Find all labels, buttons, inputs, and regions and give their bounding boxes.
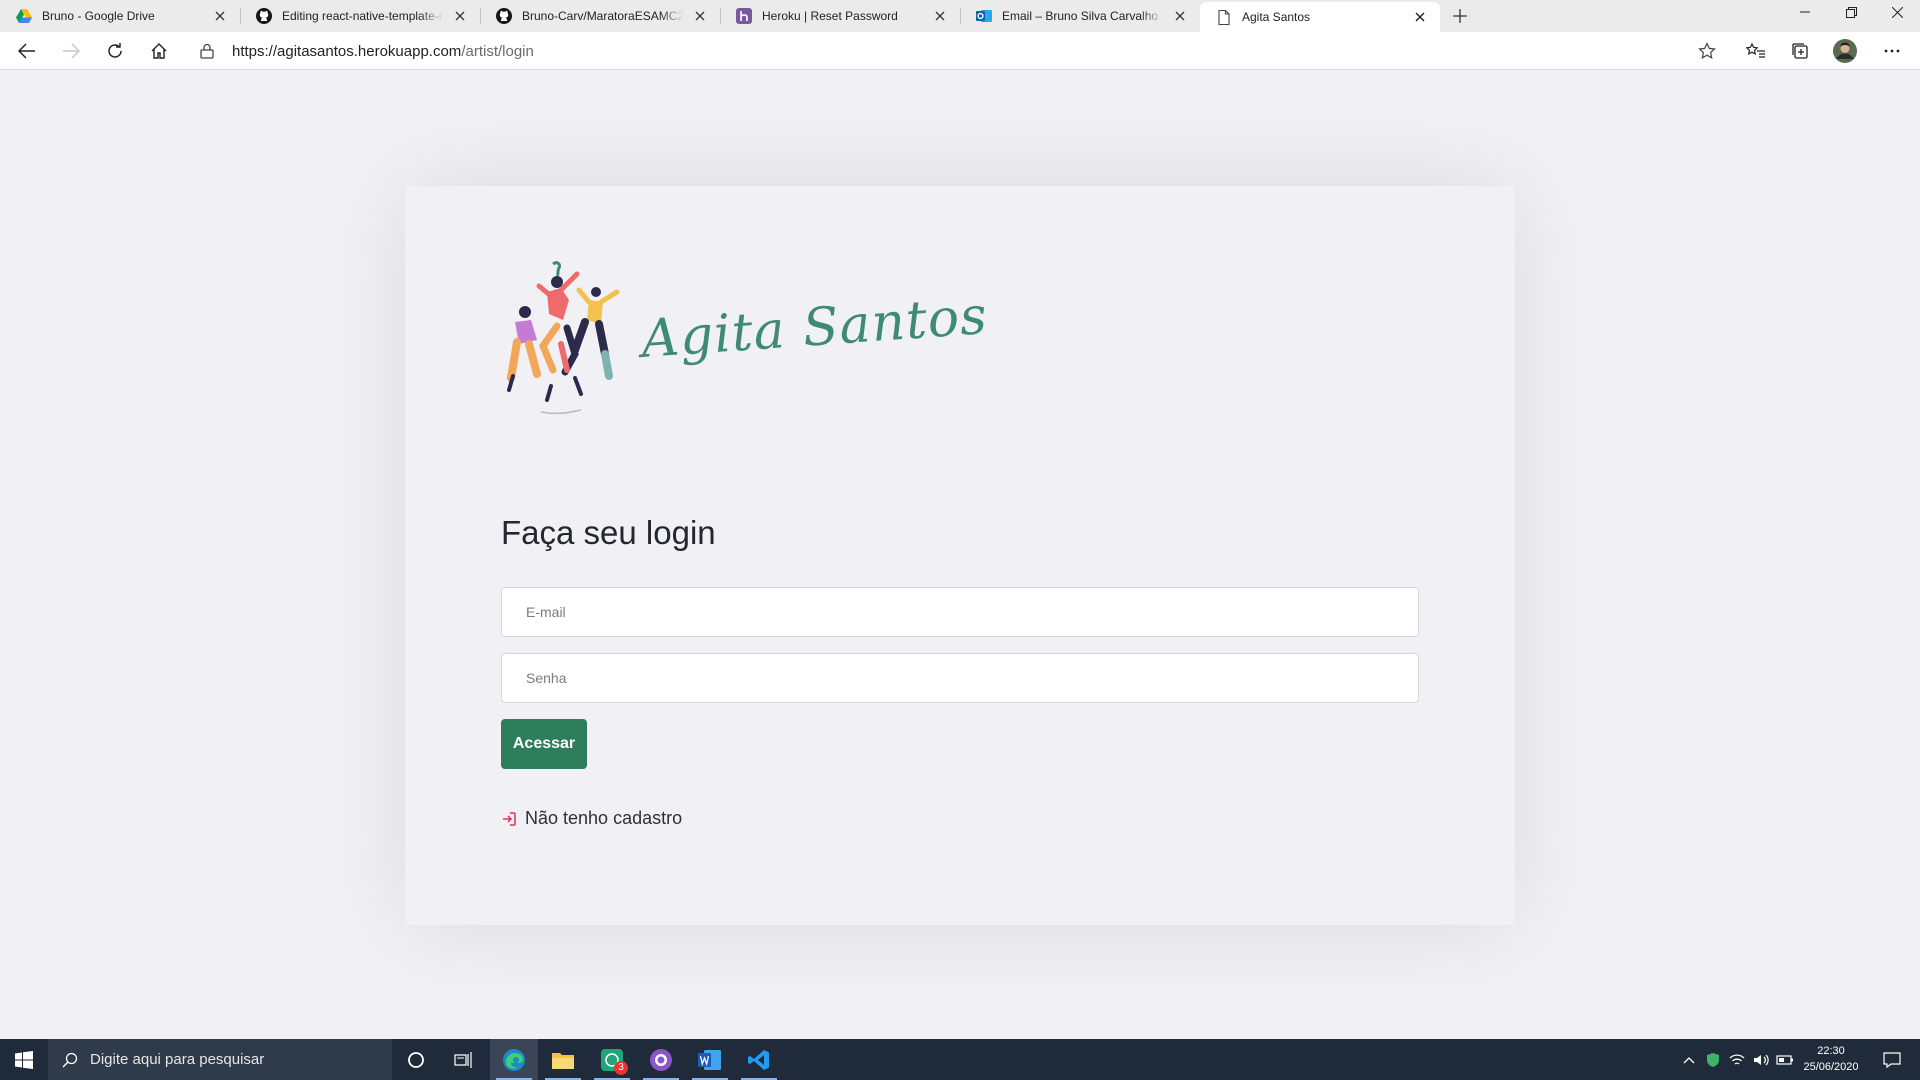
back-icon[interactable]	[13, 37, 41, 65]
url-host: https://agitasantos.herokuapp.com	[232, 43, 462, 60]
tab-title: Email – Bruno Silva Carvalho – Outlook	[1002, 9, 1164, 23]
page-title: Faça seu login	[501, 514, 716, 551]
clock-time: 22:30	[1817, 1045, 1845, 1057]
notification-badge: 3	[614, 1061, 628, 1075]
signup-link[interactable]: Não tenho cadastro	[501, 808, 682, 829]
tab-google-drive[interactable]: Bruno - Google Drive	[0, 0, 240, 32]
vscode-icon[interactable]	[735, 1039, 783, 1080]
windows-taskbar: Digite aqui para pesquisar 3 22:30 25/06…	[0, 1039, 1920, 1080]
heroku-icon	[736, 8, 752, 24]
close-tab-icon[interactable]	[450, 6, 470, 26]
file-explorer-icon[interactable]	[539, 1039, 587, 1080]
app-purple-icon[interactable]	[637, 1039, 685, 1080]
forward-icon[interactable]	[57, 37, 85, 65]
notifications-icon[interactable]	[1872, 1039, 1912, 1080]
show-hidden-icons-chevron[interactable]	[1680, 1039, 1698, 1080]
close-tab-icon[interactable]	[690, 6, 710, 26]
logo-text: Agita Santos	[639, 285, 990, 371]
minimize-icon[interactable]	[1782, 0, 1828, 24]
favorites-icon[interactable]	[1742, 37, 1770, 65]
tab-heroku[interactable]: Heroku | Reset Password	[720, 0, 960, 32]
page-viewport: Agita Santos Faça seu login Acessar Não …	[0, 71, 1920, 1039]
more-options-icon[interactable]	[1878, 37, 1906, 65]
tab-title: Heroku | Reset Password	[762, 9, 898, 23]
new-tab-button[interactable]	[1444, 0, 1476, 32]
wifi-icon[interactable]	[1726, 1039, 1748, 1080]
tab-agita-santos[interactable]: Agita Santos	[1200, 2, 1440, 32]
search-icon	[62, 1052, 78, 1067]
close-tab-icon[interactable]	[210, 6, 230, 26]
github-icon	[256, 8, 272, 24]
tab-title: Bruno-Carv/MaratoraESAMC2020	[522, 9, 684, 23]
agita-santos-logo: Agita Santos	[501, 256, 990, 426]
github-icon	[496, 8, 512, 24]
word-icon[interactable]	[686, 1039, 734, 1080]
browser-tab-strip: Bruno - Google Drive Editing react-nativ…	[0, 0, 1920, 32]
collections-icon[interactable]	[1786, 37, 1814, 65]
login-button[interactable]: Acessar	[501, 719, 587, 769]
google-drive-icon	[16, 8, 32, 24]
refresh-icon[interactable]	[101, 37, 129, 65]
windows-security-icon[interactable]	[1702, 1039, 1724, 1080]
page-icon	[1216, 9, 1232, 25]
edge-browser-icon[interactable]	[490, 1039, 538, 1080]
tab-outlook[interactable]: Email – Bruno Silva Carvalho – Outlook	[960, 0, 1200, 32]
lock-icon[interactable]	[200, 43, 216, 59]
tab-title: Agita Santos	[1242, 10, 1311, 24]
email-field[interactable]	[501, 587, 1419, 637]
tab-github-repo[interactable]: Bruno-Carv/MaratoraESAMC2020	[480, 0, 720, 32]
url-text: https://agitasantos.herokuapp.com/artist…	[232, 43, 534, 60]
login-card: Agita Santos Faça seu login Acessar Não …	[405, 186, 1515, 925]
log-in-icon	[503, 811, 516, 826]
signup-link-label: Não tenho cadastro	[525, 808, 683, 828]
close-tab-icon[interactable]	[1170, 6, 1190, 26]
restore-icon[interactable]	[1828, 0, 1874, 24]
whatsapp-icon[interactable]: 3	[588, 1039, 636, 1080]
tab-title: Editing react-native-template-rocketseat	[282, 9, 444, 23]
cortana-icon[interactable]	[392, 1039, 440, 1080]
tab-title: Bruno - Google Drive	[42, 9, 155, 23]
windows-start-icon[interactable]	[0, 1039, 48, 1080]
taskbar-search-placeholder: Digite aqui para pesquisar	[90, 1051, 265, 1068]
battery-icon[interactable]	[1774, 1039, 1796, 1080]
browser-toolbar: https://agitasantos.herokuapp.com/artist…	[0, 32, 1920, 70]
address-bar[interactable]: https://agitasantos.herokuapp.com/artist…	[188, 35, 1728, 67]
close-tab-icon[interactable]	[930, 6, 950, 26]
taskbar-search[interactable]: Digite aqui para pesquisar	[48, 1039, 392, 1080]
profile-avatar[interactable]	[1831, 37, 1859, 65]
system-clock[interactable]: 22:30 25/06/2020	[1796, 1043, 1866, 1075]
dancers-illustration-icon	[507, 261, 620, 415]
clock-date: 25/06/2020	[1803, 1061, 1859, 1073]
outlook-icon	[976, 8, 992, 24]
volume-icon[interactable]	[1750, 1039, 1772, 1080]
favorite-star-icon[interactable]	[1698, 42, 1716, 60]
tab-github-editing[interactable]: Editing react-native-template-rocketseat	[240, 0, 480, 32]
home-icon[interactable]	[145, 37, 173, 65]
url-path: /artist/login	[461, 43, 534, 60]
task-view-icon[interactable]	[440, 1039, 488, 1080]
close-tab-icon[interactable]	[1410, 7, 1430, 27]
close-window-icon[interactable]	[1874, 0, 1920, 24]
password-field[interactable]	[501, 653, 1419, 703]
